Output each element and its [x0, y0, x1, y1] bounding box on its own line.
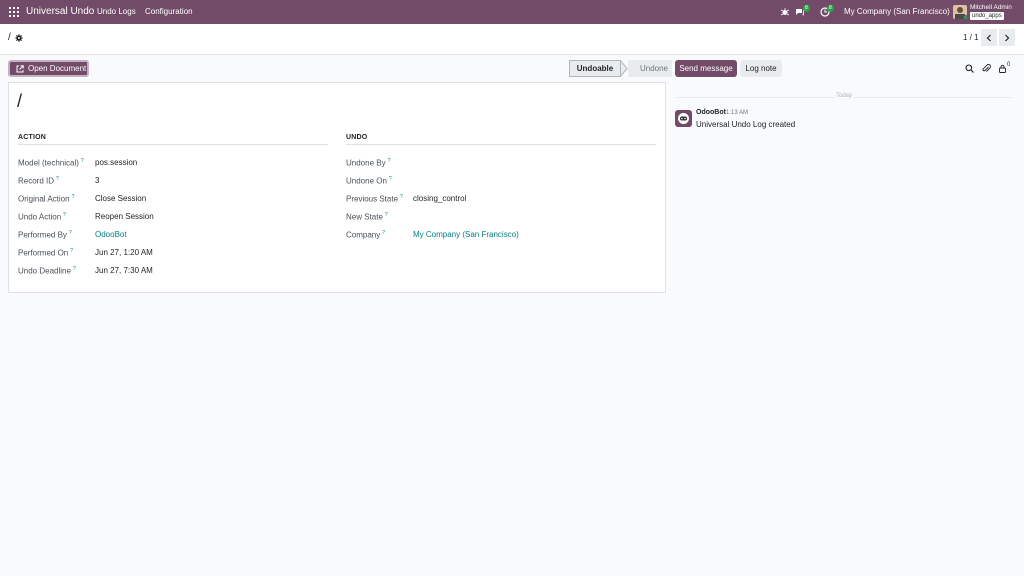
field-value-record-id: 3	[95, 176, 100, 185]
lock-icon[interactable]	[998, 64, 1007, 73]
user-online-status-icon	[963, 15, 967, 19]
app-name[interactable]: Universal Undo	[26, 6, 94, 17]
search-icon[interactable]	[965, 64, 974, 73]
field-value-performed-on: Jun 27, 1:20 AM	[95, 248, 153, 257]
record-title: /	[17, 91, 23, 111]
field-value-model: pos.session	[95, 158, 138, 167]
chevron-right-icon	[1005, 34, 1010, 41]
open-document-label: Open Document	[28, 64, 87, 73]
menu-undo-logs[interactable]: Undo Logs	[97, 7, 136, 16]
field-label-previous-state: Previous State?	[346, 194, 403, 204]
field-label-undo-action: Undo Action?	[18, 212, 66, 222]
pager-next-button[interactable]	[999, 29, 1015, 46]
field-label-company: Company?	[346, 230, 386, 240]
activities-count-badge: 8	[827, 5, 834, 12]
status-arrow-icon	[620, 60, 628, 77]
field-label-undo-deadline: Undo Deadline?	[18, 266, 76, 276]
status-undone[interactable]: Undone	[628, 60, 672, 77]
top-navbar: Universal Undo Undo Logs Configuration 8…	[0, 0, 1024, 24]
user-name[interactable]: Mitchell Admin	[970, 4, 1012, 11]
field-value-company-link[interactable]: My Company (San Francisco)	[413, 230, 519, 239]
messages-count-badge: 8	[803, 5, 810, 12]
pager-value[interactable]: 1 / 1	[963, 33, 979, 42]
field-value-undo-action: Reopen Session	[95, 212, 154, 221]
field-label-undone-by: Undone By?	[346, 158, 391, 168]
field-label-undone-on: Undone On?	[346, 176, 392, 186]
form-sheet: / ACTION UNDO Model (technical)? pos.ses…	[8, 82, 666, 293]
field-label-performed-on: Performed On?	[18, 248, 74, 258]
action-group-divider	[18, 144, 328, 145]
field-label-performed-by: Performed By?	[18, 230, 72, 240]
message-author[interactable]: OdooBot	[696, 109, 726, 116]
control-panel: / 1 / 1	[0, 24, 1024, 55]
odoobot-avatar[interactable]	[675, 110, 692, 127]
action-group-title: ACTION	[18, 134, 47, 141]
field-value-previous-state: closing_control	[413, 194, 467, 203]
open-document-button[interactable]: Open Document	[8, 60, 89, 77]
breadcrumb: /	[8, 32, 11, 43]
status-bar: Undoable Undone	[569, 60, 672, 77]
field-value-undo-deadline: Jun 27, 7:30 AM	[95, 266, 153, 275]
field-label-model: Model (technical)?	[18, 158, 84, 168]
send-message-button[interactable]: Send message	[675, 60, 737, 77]
database-name: undo_apps	[970, 12, 1004, 20]
odoobot-icon	[678, 113, 689, 124]
apps-menu-icon[interactable]	[9, 7, 19, 17]
field-value-original-action: Close Session	[95, 194, 147, 203]
day-label: Today	[834, 93, 855, 99]
bug-icon[interactable]	[780, 7, 790, 17]
message-body: Universal Undo Log created	[696, 120, 796, 129]
user-avatar[interactable]	[953, 5, 967, 19]
status-undoable[interactable]: Undoable	[569, 60, 621, 77]
message-time: 1:13 AM	[726, 110, 749, 116]
field-value-performed-by-link[interactable]: OdooBot	[95, 230, 127, 239]
followers-count: 0	[1007, 62, 1011, 68]
undo-group-title: UNDO	[346, 134, 368, 141]
field-label-new-state: New State?	[346, 212, 388, 222]
company-switcher[interactable]: My Company (San Francisco)	[844, 7, 950, 16]
gear-icon[interactable]	[15, 34, 23, 42]
log-note-button[interactable]: Log note	[740, 60, 782, 77]
menu-configuration[interactable]: Configuration	[145, 7, 193, 16]
status-undoable-label: Undoable	[576, 64, 614, 73]
status-undone-label: Undone	[639, 64, 669, 73]
paperclip-icon[interactable]	[982, 64, 991, 73]
external-link-icon	[16, 64, 24, 72]
field-label-original-action: Original Action?	[18, 194, 75, 204]
field-label-record-id: Record ID?	[18, 176, 59, 186]
undo-group-divider	[346, 144, 656, 145]
pager-previous-button[interactable]	[981, 29, 997, 46]
chevron-left-icon	[986, 34, 991, 41]
